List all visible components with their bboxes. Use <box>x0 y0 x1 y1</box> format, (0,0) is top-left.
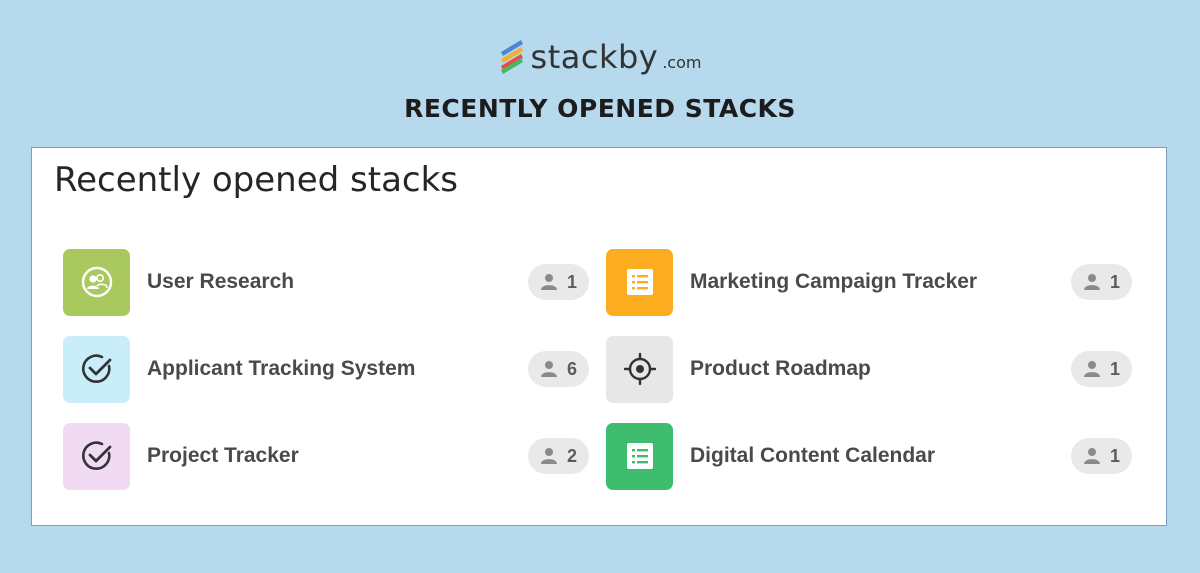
member-badge[interactable]: 6 <box>527 351 589 387</box>
stack-tile <box>63 335 130 403</box>
stack-name: Project Tracker <box>147 444 299 467</box>
person-icon <box>540 361 557 377</box>
stack-tile <box>63 248 130 316</box>
brand-name: stackby <box>530 38 659 76</box>
checkmark-circle-icon <box>81 354 111 383</box>
users-icon <box>81 266 112 298</box>
member-count: 1 <box>1109 445 1120 466</box>
stack-item-marketing-campaign-tracker[interactable]: Marketing Campaign Tracker 1 <box>606 248 1132 316</box>
stack-name: Applicant Tracking System <box>147 357 416 380</box>
stack-item-digital-content-calendar[interactable]: Digital Content Calendar 1 <box>606 422 1132 490</box>
stack-tile <box>606 335 673 403</box>
member-badge[interactable]: 1 <box>1070 264 1132 300</box>
member-count: 1 <box>566 271 577 292</box>
stack-item-user-research[interactable]: User Research 1 <box>63 248 589 316</box>
stack-tile <box>606 248 673 316</box>
list-icon <box>626 269 653 295</box>
stack-item-project-tracker[interactable]: Project Tracker 2 <box>63 422 589 490</box>
person-icon <box>540 274 557 290</box>
list-icon <box>626 443 653 469</box>
member-badge[interactable]: 1 <box>527 264 589 300</box>
stack-tile <box>606 422 673 490</box>
target-icon <box>623 352 656 386</box>
stack-item-applicant-tracking-system[interactable]: Applicant Tracking System 6 <box>63 335 589 403</box>
person-icon <box>1083 274 1100 290</box>
recent-stacks-panel: Recently opened stacks User Research 1 A… <box>31 147 1167 526</box>
checkmark-circle-icon <box>81 441 111 470</box>
stack-name: Marketing Campaign Tracker <box>690 270 978 293</box>
person-icon <box>1083 448 1100 464</box>
member-count: 1 <box>1109 271 1120 292</box>
stack-name: User Research <box>147 270 295 293</box>
member-count: 2 <box>566 445 577 466</box>
member-badge[interactable]: 1 <box>1070 438 1132 474</box>
person-icon <box>1083 361 1100 377</box>
person-icon <box>540 448 557 464</box>
stack-name: Product Roadmap <box>690 357 871 380</box>
brand-tld: .com <box>662 52 702 72</box>
stack-item-product-roadmap[interactable]: Product Roadmap 1 <box>606 335 1132 403</box>
stack-name: Digital Content Calendar <box>690 444 936 467</box>
member-count: 1 <box>1109 358 1120 379</box>
member-badge[interactable]: 1 <box>1070 351 1132 387</box>
member-badge[interactable]: 2 <box>527 438 589 474</box>
stack-tile <box>63 422 130 490</box>
page-headline: RECENTLY OPENED STACKS <box>404 94 796 123</box>
member-count: 6 <box>566 358 577 379</box>
brand: stackby .com <box>0 38 1200 76</box>
panel-title: Recently opened stacks <box>54 160 459 200</box>
stackby-logo-icon <box>500 40 523 74</box>
